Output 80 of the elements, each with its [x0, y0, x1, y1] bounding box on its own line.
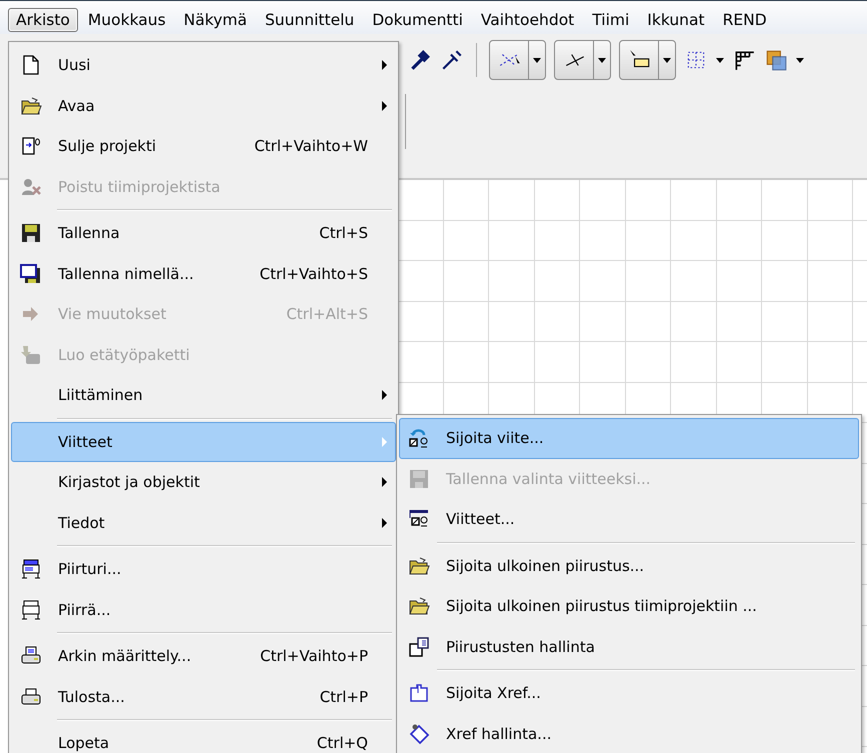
- drawing-manager-icon: [408, 636, 430, 658]
- shortcut-label: Ctrl+Q: [316, 734, 368, 752]
- caret-icon: [533, 58, 541, 62]
- reference-icon: [408, 427, 430, 450]
- menu-item-label: Sijoita Xref...: [446, 684, 542, 702]
- floppy-disk-icon: [20, 262, 42, 285]
- document-icon: [20, 135, 42, 158]
- menu-item[interactable]: Sijoita Xref...: [399, 673, 859, 714]
- menu-item-label: Tiedot: [58, 514, 106, 532]
- caret-icon: [663, 58, 671, 62]
- menu-item[interactable]: Tulosta... Ctrl+P: [11, 676, 396, 717]
- menu-bar-item[interactable]: Muokkaus: [80, 8, 174, 32]
- caret-icon[interactable]: [716, 58, 724, 62]
- menu-item-label: Tallenna nimellä...: [58, 264, 195, 283]
- menu-item-label: Sijoita viite...: [446, 429, 545, 448]
- menu-item-label: Kirjastot ja objektit: [58, 473, 201, 492]
- menu-item-label: Vie muutokset: [58, 305, 168, 324]
- menu-item[interactable]: Sijoita ulkoinen piirustus tiimiprojektiin ...: [399, 586, 859, 626]
- menu-item-label: Sijoita ulkoinen piirustus...: [446, 556, 646, 575]
- menu-item[interactable]: Piirturi...: [11, 549, 396, 590]
- menu-item-label: Poistu tiimiprojektista: [58, 178, 222, 196]
- shortcut-label: Ctrl+P: [320, 688, 368, 706]
- menu-item-label: Avaa: [58, 96, 96, 115]
- menu-item-label: Tallenna: [58, 224, 121, 242]
- plotter-icon: [20, 598, 42, 621]
- toolbar-button[interactable]: [619, 40, 676, 80]
- menu-item[interactable]: Sijoita viite...: [399, 418, 859, 458]
- menu-item[interactable]: Viitteet: [11, 422, 396, 462]
- toolbar-button[interactable]: [554, 40, 611, 80]
- caret-icon[interactable]: [796, 58, 804, 62]
- menu-item-label: Viitteet: [58, 432, 114, 451]
- shortcut-label: Ctrl+Vaihto+P: [260, 647, 368, 666]
- menu-item-label: Liittäminen: [58, 386, 144, 404]
- caret-icon: [598, 58, 606, 62]
- menu-item[interactable]: Sulje projekti Ctrl+Vaihto+W: [11, 126, 396, 166]
- shortcut-label: Ctrl+Vaihto+S: [260, 264, 368, 283]
- menu-item[interactable]: Liittäminen: [11, 375, 396, 416]
- menu-item[interactable]: Piirustusten hallinta: [399, 626, 859, 667]
- menu-bar-item[interactable]: Dokumentti: [364, 8, 471, 32]
- menu-item-label: Piirustusten hallinta: [446, 638, 596, 656]
- menu-item-label: Xref hallinta...: [446, 724, 552, 743]
- menu-item[interactable]: Tallenna nimellä... Ctrl+Vaihto+S: [11, 254, 396, 294]
- menu-item-label: Viitteet...: [446, 510, 516, 528]
- menu-item[interactable]: Uusi: [11, 45, 396, 86]
- menu-bar-item[interactable]: Tiimi: [584, 8, 638, 32]
- menu-item-label: Piirrä...: [58, 600, 112, 619]
- folder-icon: [408, 595, 430, 618]
- menu-item[interactable]: Viitteet...: [399, 499, 859, 540]
- menu-item-label: Uusi: [58, 56, 92, 74]
- menu-item-label: Lopeta: [58, 734, 110, 752]
- menu-item-label: Piirturi...: [58, 560, 122, 578]
- menu-item-label: Arkin määrittely...: [58, 647, 192, 666]
- menu-bar-item[interactable]: Näkymä: [176, 8, 255, 32]
- menu-item[interactable]: Tiedot: [11, 502, 396, 543]
- menu-item-label: Tallenna valinta viitteeksi...: [446, 470, 652, 488]
- layers-icon[interactable]: [764, 48, 788, 72]
- menu-item[interactable]: Avaa: [11, 86, 396, 126]
- menu-item[interactable]: Arkin määrittely... Ctrl+Vaihto+P: [11, 636, 396, 676]
- shortcut-label: Ctrl+S: [319, 224, 368, 242]
- menu-bar-item[interactable]: Ikkunat: [639, 8, 713, 32]
- menu-bar-item[interactable]: Vaihtoehdot: [472, 8, 582, 32]
- shortcut-label: Ctrl+Vaihto+W: [254, 137, 368, 156]
- menu-item[interactable]: Piirrä...: [11, 590, 396, 630]
- menu-item[interactable]: Lopeta Ctrl+Q: [11, 723, 396, 753]
- menu-bar-item[interactable]: Arkisto: [8, 8, 78, 32]
- menu-item[interactable]: Sijoita ulkoinen piirustus...: [399, 546, 859, 586]
- menu-item-label: Sijoita ulkoinen piirustus tiimiprojektiin ...: [446, 597, 758, 616]
- folder-icon: [408, 554, 430, 577]
- menu-item[interactable]: Xref hallinta...: [399, 714, 859, 753]
- plotter-icon: [20, 558, 42, 580]
- menu-item[interactable]: Tallenna Ctrl+S: [11, 213, 396, 254]
- menu-item[interactable]: Kirjastot ja objektit: [11, 462, 396, 502]
- menu-item-label: Luo etätyöpaketti: [58, 346, 191, 364]
- shortcut-label: Ctrl+Alt+S: [286, 305, 368, 324]
- package-icon: [20, 344, 42, 366]
- menu-bar-item[interactable]: REND: [714, 8, 775, 32]
- menu-item-label: Tulosta...: [58, 688, 126, 706]
- menu-bar-item[interactable]: Suunnittelu: [256, 8, 362, 32]
- menu-item-label: Sulje projekti: [58, 137, 158, 156]
- folder-icon: [20, 94, 42, 117]
